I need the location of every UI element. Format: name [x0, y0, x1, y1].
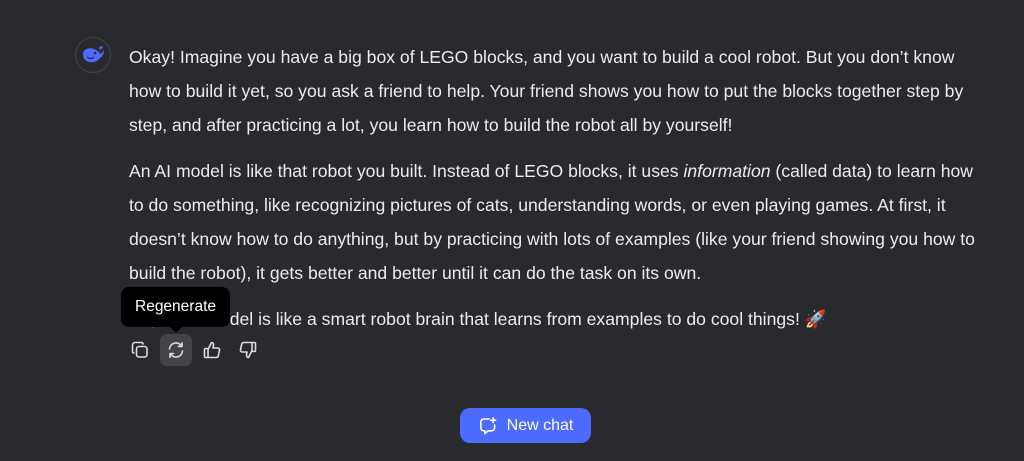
- regenerate-tooltip: Regenerate: [121, 287, 231, 333]
- new-chat-icon: [479, 416, 497, 434]
- copy-button[interactable]: [124, 334, 156, 366]
- tooltip-arrow: [169, 326, 183, 333]
- assistant-message: Okay! Imagine you have a big box of LEGO…: [129, 40, 989, 348]
- thumbs-down-button[interactable]: [232, 334, 264, 366]
- message-emphasis: information: [683, 161, 771, 181]
- tooltip-text: Regenerate: [135, 298, 217, 315]
- new-chat-button[interactable]: New chat: [460, 408, 591, 443]
- message-text: An AI model is like that robot you built…: [129, 161, 684, 181]
- new-chat-label: New chat: [506, 416, 574, 434]
- message-paragraph: Okay! Imagine you have a big box of LEGO…: [129, 47, 964, 135]
- message-paragraph: So, an AI model is like a smart robot br…: [129, 309, 827, 329]
- thumbs-down-icon: [239, 341, 257, 359]
- whale-logo-icon: [83, 46, 104, 63]
- thumbs-up-button[interactable]: [196, 334, 228, 366]
- message-paragraph: An AI model is like that robot you built…: [129, 154, 989, 290]
- regenerate-button[interactable]: [160, 334, 192, 366]
- regenerate-icon: [168, 342, 184, 358]
- assistant-avatar: [75, 37, 111, 73]
- message-actions: [124, 334, 264, 366]
- copy-icon: [131, 341, 148, 358]
- thumbs-up-icon: [203, 341, 221, 359]
